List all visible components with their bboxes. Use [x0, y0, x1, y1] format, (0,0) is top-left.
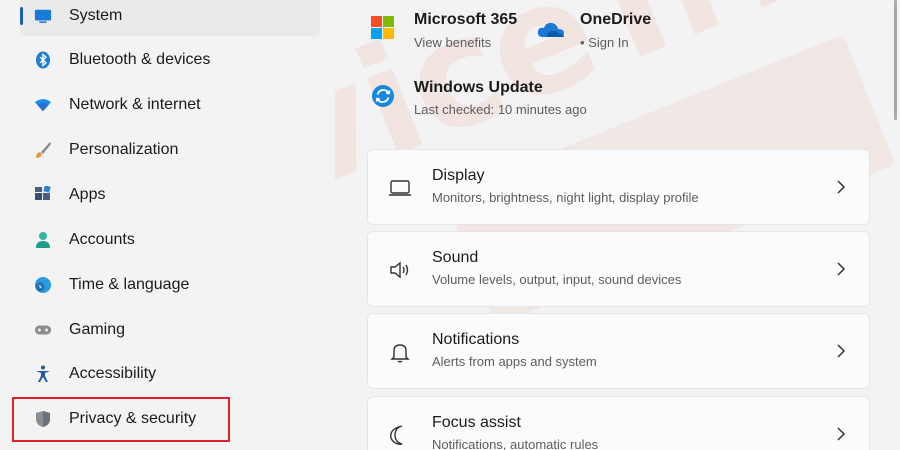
sidebar-item-system[interactable]: System: [20, 0, 320, 36]
sidebar-item-gaming[interactable]: Gaming: [20, 310, 320, 350]
onedrive-tile[interactable]: OneDrive • Sign In: [537, 8, 677, 52]
moon-icon: [388, 423, 412, 447]
brush-icon: [34, 141, 52, 159]
microsoft365-icon: [371, 16, 395, 45]
sidebar-item-personalization[interactable]: Personalization: [20, 130, 320, 170]
card-title: Sound: [432, 249, 479, 266]
onedrive-title: OneDrive: [580, 11, 652, 28]
card-subtitle: Monitors, brightness, night light, displ…: [432, 190, 699, 205]
accessibility-icon: [34, 365, 52, 383]
card-title: Display: [432, 167, 485, 184]
onedrive-cloud-icon: [537, 20, 565, 43]
display-icon: [388, 176, 412, 200]
chevron-right-icon: [835, 424, 847, 444]
apps-icon: [34, 186, 52, 204]
card-subtitle: Alerts from apps and system: [432, 354, 597, 369]
sidebar-item-network[interactable]: Network & internet: [20, 85, 320, 125]
focus-assist-card[interactable]: Focus assist Notifications, automatic ru…: [367, 396, 870, 450]
bluetooth-icon: [34, 51, 52, 69]
globe-clock-icon: [34, 276, 52, 294]
card-subtitle: Volume levels, output, input, sound devi…: [432, 272, 682, 287]
microsoft365-subtitle: View benefits: [414, 35, 492, 50]
display-card[interactable]: Display Monitors, brightness, night ligh…: [367, 149, 870, 225]
sidebar-item-accounts[interactable]: Accounts: [20, 220, 320, 260]
sidebar-item-label: System: [69, 7, 123, 24]
sidebar-item-label: Time & language: [69, 276, 190, 293]
windows-update-tile[interactable]: Windows Update Last checked: 10 minutes …: [371, 76, 631, 120]
windows-update-icon: [371, 84, 395, 113]
person-icon: [34, 231, 52, 249]
card-title: Notifications: [432, 331, 520, 348]
microsoft365-title: Microsoft 365: [414, 11, 518, 28]
card-subtitle: Notifications, automatic rules: [432, 437, 599, 450]
sound-card[interactable]: Sound Volume levels, output, input, soun…: [367, 231, 870, 307]
onedrive-subtitle: • Sign In: [580, 35, 629, 50]
windows-update-title: Windows Update: [414, 79, 543, 96]
sidebar-item-label: Bluetooth & devices: [69, 51, 211, 68]
sidebar-item-apps[interactable]: Apps: [20, 175, 320, 215]
bell-icon: [388, 340, 412, 364]
windows-update-subtitle: Last checked: 10 minutes ago: [414, 102, 587, 117]
main-content: Microsoft 365 View benefits OneDrive • S…: [335, 0, 900, 450]
sidebar-item-bluetooth[interactable]: Bluetooth & devices: [20, 40, 320, 80]
active-indicator: [20, 7, 23, 25]
highlight-box: [12, 397, 230, 442]
microsoft365-tile[interactable]: Microsoft 365 View benefits: [371, 8, 521, 52]
sidebar-item-label: Accessibility: [69, 365, 157, 382]
sidebar-item-label: Accounts: [69, 231, 135, 248]
card-title: Focus assist: [432, 414, 521, 431]
sidebar-item-accessibility[interactable]: Accessibility: [20, 354, 320, 394]
sidebar-item-label: Apps: [69, 186, 106, 203]
wifi-icon: [34, 96, 52, 114]
sidebar-item-label: Network & internet: [69, 96, 201, 113]
monitor-icon: [34, 7, 52, 25]
sidebar: System Bluetooth & devices Network & int…: [0, 0, 335, 450]
notifications-card[interactable]: Notifications Alerts from apps and syste…: [367, 313, 870, 389]
speaker-icon: [388, 258, 412, 282]
chevron-right-icon: [835, 259, 847, 279]
sidebar-item-label: Gaming: [69, 321, 126, 338]
scrollbar[interactable]: [894, 0, 897, 120]
sidebar-item-label: Personalization: [69, 141, 179, 158]
chevron-right-icon: [835, 177, 847, 197]
chevron-right-icon: [835, 341, 847, 361]
sidebar-item-time-language[interactable]: Time & language: [20, 265, 320, 305]
gamepad-icon: [34, 321, 52, 339]
